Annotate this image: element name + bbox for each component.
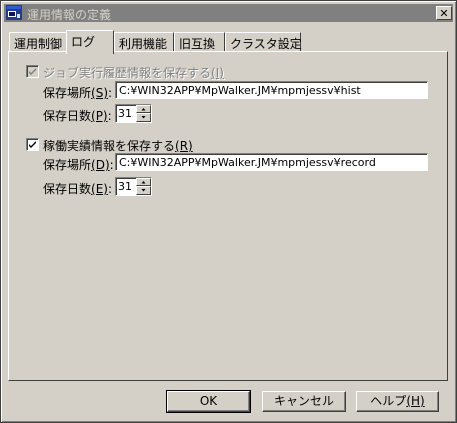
operation-results-location-input[interactable]: C:¥WIN32APP¥MpWalker.JM¥mpmjessv¥record bbox=[115, 153, 428, 171]
location-accel: (S) bbox=[91, 86, 108, 100]
days-colon: : bbox=[107, 109, 112, 123]
location-label-text: 保存場所 bbox=[43, 158, 92, 172]
job-history-days-spinner[interactable]: 31 bbox=[115, 104, 152, 123]
job-history-days-value: 31 bbox=[118, 107, 132, 120]
app-window-icon bbox=[6, 5, 22, 20]
tab-cluster-settings[interactable]: クラスタ設定 bbox=[225, 32, 302, 52]
operation-results-location-label: 保存場所(D): bbox=[43, 156, 114, 173]
title-bar[interactable]: 運用情報の定義 ✕ bbox=[4, 4, 453, 22]
tab-features[interactable]: 利用機能 bbox=[114, 32, 174, 52]
operation-results-label-text: 稼働実績情報を保存する bbox=[43, 139, 176, 153]
checkmark-icon bbox=[29, 68, 36, 75]
ok-button[interactable]: OK bbox=[166, 390, 251, 413]
days-colon: : bbox=[107, 182, 113, 196]
location-accel: (D) bbox=[91, 158, 110, 172]
job-history-checkbox[interactable] bbox=[26, 65, 39, 78]
help-button-accel: (H) bbox=[406, 394, 425, 408]
tab-label: 利用機能 bbox=[119, 37, 168, 51]
spin-up-arrow-icon bbox=[141, 108, 146, 111]
spinner-buttons bbox=[136, 178, 151, 195]
dialog-window: 運用情報の定義 ✕ 運用制御 ログ 利用機能 旧互換 クラスタ設定 ジョブ実行履… bbox=[0, 0, 457, 423]
job-history-accel: (I) bbox=[211, 66, 224, 80]
spin-down-arrow-icon bbox=[141, 116, 146, 119]
tab-operation-control[interactable]: 運用制御 bbox=[9, 32, 67, 52]
ok-button-label: OK bbox=[199, 394, 218, 408]
days-accel: (E) bbox=[91, 182, 108, 196]
help-button-label: ヘルプ bbox=[370, 394, 407, 408]
close-icon: ✕ bbox=[439, 6, 449, 20]
window-title: 運用情報の定義 bbox=[27, 8, 112, 22]
cancel-button-label: キャンセル bbox=[273, 394, 334, 408]
job-history-location-label: 保存場所(S): bbox=[43, 84, 112, 101]
tab-label: ログ bbox=[71, 35, 96, 49]
operation-results-checkbox[interactable] bbox=[26, 138, 39, 151]
spin-up-button[interactable] bbox=[136, 178, 151, 186]
days-accel: (P) bbox=[91, 109, 108, 123]
job-history-location-input[interactable]: C:¥WIN32APP¥MpWalker.JM¥mpmjessv¥hist bbox=[115, 81, 428, 99]
days-label-text: 保存日数 bbox=[43, 182, 92, 196]
tab-label: 運用制御 bbox=[14, 37, 63, 51]
operation-results-days-label: 保存日数(E): bbox=[43, 180, 112, 197]
spin-down-button[interactable] bbox=[136, 113, 151, 122]
job-history-label-text: ジョブ実行履歴情報を保存する bbox=[43, 66, 212, 80]
spin-down-button[interactable] bbox=[136, 186, 151, 195]
close-button[interactable]: ✕ bbox=[436, 6, 452, 20]
tab-label: クラスタ設定 bbox=[230, 37, 302, 51]
operation-results-accel: (R) bbox=[175, 139, 193, 153]
operation-results-days-value: 31 bbox=[118, 180, 132, 193]
tab-log[interactable]: ログ bbox=[66, 30, 114, 54]
location-colon: : bbox=[108, 86, 113, 100]
operation-results-checkbox-label: 稼働実績情報を保存する(R) bbox=[43, 137, 193, 154]
job-history-checkbox-label: ジョブ実行履歴情報を保存する(I) bbox=[43, 64, 224, 81]
location-label-text: 保存場所 bbox=[43, 86, 92, 100]
operation-results-location-value: C:¥WIN32APP¥MpWalker.JM¥mpmjessv¥record bbox=[119, 156, 376, 169]
job-history-location-value: C:¥WIN32APP¥MpWalker.JM¥mpmjessv¥hist bbox=[119, 84, 361, 97]
tab-label: 旧互換 bbox=[179, 37, 216, 51]
job-history-days-label: 保存日数(P): bbox=[43, 107, 112, 124]
help-button[interactable]: ヘルプ(H) bbox=[356, 391, 439, 412]
spin-up-button[interactable] bbox=[136, 105, 151, 113]
tab-legacy-compat[interactable]: 旧互換 bbox=[174, 32, 225, 52]
spinner-buttons bbox=[136, 105, 151, 122]
cancel-button[interactable]: キャンセル bbox=[262, 391, 346, 412]
days-label-text: 保存日数 bbox=[43, 109, 92, 123]
spin-up-arrow-icon bbox=[141, 181, 146, 184]
spin-down-arrow-icon bbox=[141, 189, 146, 192]
operation-results-days-spinner[interactable]: 31 bbox=[115, 177, 152, 196]
checkmark-icon bbox=[29, 141, 36, 148]
location-colon: : bbox=[109, 158, 114, 172]
